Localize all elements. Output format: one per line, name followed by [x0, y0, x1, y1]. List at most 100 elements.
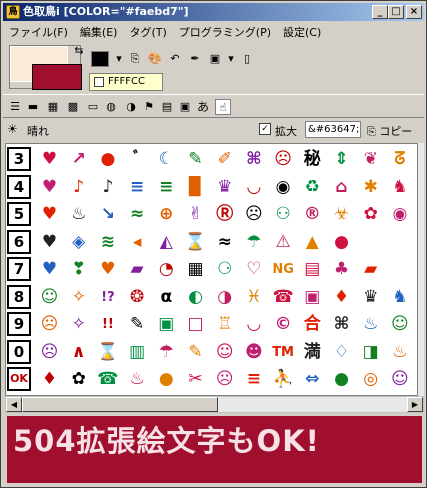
background-swatch[interactable]	[32, 64, 82, 90]
emoji-cell[interactable]: ⊕	[153, 202, 180, 227]
emoji-cell[interactable]: ✎	[182, 147, 209, 172]
emoji-cell[interactable]: ⛹	[270, 367, 297, 392]
emoji-cell[interactable]: ♖	[211, 312, 238, 337]
emoji-cell[interactable]: ◔	[153, 257, 180, 282]
emoji-cell[interactable]: ●	[328, 230, 355, 255]
emoji-code-field[interactable]: &#63647;	[305, 121, 361, 138]
emoji-cell[interactable]: ≡	[124, 175, 151, 200]
emoji-cell[interactable]: ®	[299, 202, 326, 227]
maximize-button[interactable]: □	[388, 5, 404, 19]
close-button[interactable]: ×	[406, 5, 422, 19]
emoji-cell[interactable]: ≋	[94, 230, 121, 255]
copy-icon[interactable]: ⎘	[127, 51, 143, 67]
emoji-cell[interactable]: ♨	[386, 340, 413, 365]
emoji-cell[interactable]: ≡	[153, 175, 180, 200]
emoji-cell[interactable]: ◑	[211, 285, 238, 310]
emoji-cell[interactable]: ⌛	[182, 230, 209, 255]
emoji-cell[interactable]: ≈	[211, 230, 238, 255]
emoji-cell[interactable]: ♪	[94, 175, 121, 200]
emoji-grid-vertical-scrollbar[interactable]	[418, 143, 424, 396]
emoji-cell[interactable]: ﾞ	[124, 147, 151, 172]
emoji-cell[interactable]: ✐	[211, 147, 238, 172]
table-icon[interactable]: ▦	[45, 99, 61, 115]
emoji-cell[interactable]: ✿	[65, 367, 92, 392]
emoji-cell[interactable]: ☎	[270, 285, 297, 310]
emoji-cell[interactable]: ❂	[124, 285, 151, 310]
emoji-cell[interactable]: ♥	[36, 230, 63, 255]
emoji-cell[interactable]: ♛	[211, 175, 238, 200]
emoji-cell[interactable]: ◈	[65, 230, 92, 255]
emoji-cell[interactable]: ♥	[36, 257, 63, 282]
image-icon[interactable]: ▣	[207, 51, 223, 67]
eyedropper-icon[interactable]: ✒	[187, 51, 203, 67]
emoji-cell[interactable]: ⚆	[211, 257, 238, 282]
emoji-cell[interactable]: ▉	[182, 175, 209, 200]
undo-icon[interactable]: ↶	[167, 51, 183, 67]
emoji-cell[interactable]: ⌘	[328, 312, 355, 337]
picture-icon[interactable]: ▣	[177, 99, 193, 115]
emoji-cell[interactable]: ❦	[357, 147, 384, 172]
scroll-right-icon[interactable]: ▶	[407, 397, 423, 412]
scroll-left-icon[interactable]: ◀	[6, 397, 22, 412]
emoji-cell[interactable]: ▦	[182, 257, 209, 282]
emoji-cell[interactable]: ⇔	[299, 367, 326, 392]
menu-tag[interactable]: タグ(T)	[123, 24, 172, 40]
emoji-cell[interactable]	[357, 230, 384, 255]
swap-colors-icon[interactable]: ⇆	[71, 43, 87, 59]
emoji-cell[interactable]: ☺	[36, 285, 63, 310]
emoji-cell[interactable]: ☹	[240, 202, 267, 227]
chart-icon[interactable]: ◑	[123, 99, 139, 115]
zoom-checkbox[interactable]: ✓	[259, 123, 271, 135]
grid-icon[interactable]: ▩	[65, 99, 81, 115]
emoji-cell[interactable]: ♦	[328, 285, 355, 310]
emoji-cell[interactable]: ◨	[357, 340, 384, 365]
menu-file[interactable]: ファイル(F)	[3, 24, 74, 40]
image-dropdown-icon[interactable]: ▾	[223, 51, 239, 67]
emoji-cell[interactable]: ▰	[124, 257, 151, 282]
emoji-cell[interactable]: ♪	[65, 175, 92, 200]
align-icon[interactable]: ☰	[7, 99, 23, 115]
new-document-icon[interactable]: ▯	[239, 51, 255, 67]
emoji-cell[interactable]: ☹	[36, 340, 63, 365]
emoji-cell[interactable]: ☺	[211, 340, 238, 365]
emoji-cell[interactable]: ✧	[65, 312, 92, 337]
emoji-cell[interactable]: ⌛	[94, 340, 121, 365]
emoji-cell[interactable]: TM	[270, 340, 297, 365]
emoji-cell[interactable]: ♻	[299, 175, 326, 200]
emoji-cell[interactable]: ♨	[357, 312, 384, 337]
emoji-cell[interactable]: ∧	[65, 340, 92, 365]
emoji-cell[interactable]: ◎	[357, 367, 384, 392]
emoji-cell[interactable]: Ⓡ	[211, 202, 238, 227]
emoji-cell[interactable]: ◡	[240, 175, 267, 200]
clipboard-icon[interactable]: ▤	[159, 99, 175, 115]
emoji-cell[interactable]: ↗	[65, 147, 92, 172]
menu-programming[interactable]: プログラミング(P)	[173, 24, 277, 40]
emoji-cell[interactable]: ♡	[240, 257, 267, 282]
emoji-cell[interactable]: ◐	[182, 285, 209, 310]
emoji-cell[interactable]: ✿	[357, 202, 384, 227]
minimize-button[interactable]: _	[372, 5, 388, 19]
flag-icon[interactable]: ⚑	[141, 99, 157, 115]
emoji-cell[interactable]: ♓	[240, 285, 267, 310]
emoji-cell[interactable]: ☂	[153, 340, 180, 365]
copy-button[interactable]: ⎘ コピー	[367, 123, 412, 139]
emoji-cell[interactable]: ▤	[299, 257, 326, 282]
emoji-cell[interactable]: ♥	[36, 175, 63, 200]
emoji-cell[interactable]: ▲	[299, 230, 326, 255]
emoji-cell[interactable]	[386, 230, 413, 255]
emoji-cell[interactable]: ☣	[328, 202, 355, 227]
emoji-cell[interactable]: ◉	[270, 175, 297, 200]
emoji-toggle-icon[interactable]: ☝	[215, 99, 231, 115]
current-color-swatch[interactable]	[91, 51, 109, 67]
dropdown-arrow-icon[interactable]: ▾	[111, 51, 127, 67]
emoji-cell[interactable]: ©	[270, 312, 297, 337]
emoji-cell[interactable]: ☎	[94, 367, 121, 392]
emoji-cell[interactable]: ✧	[65, 285, 92, 310]
emoji-cell[interactable]: ▥	[124, 340, 151, 365]
emoji-cell[interactable]: ♦	[36, 367, 63, 392]
emoji-cell[interactable]: ▰	[357, 257, 384, 282]
emoji-cell[interactable]: ≡	[240, 367, 267, 392]
emoji-cell[interactable]: ☹	[270, 147, 297, 172]
emoji-cell[interactable]: ♣	[328, 257, 355, 282]
emoji-cell[interactable]: ✂	[182, 367, 209, 392]
